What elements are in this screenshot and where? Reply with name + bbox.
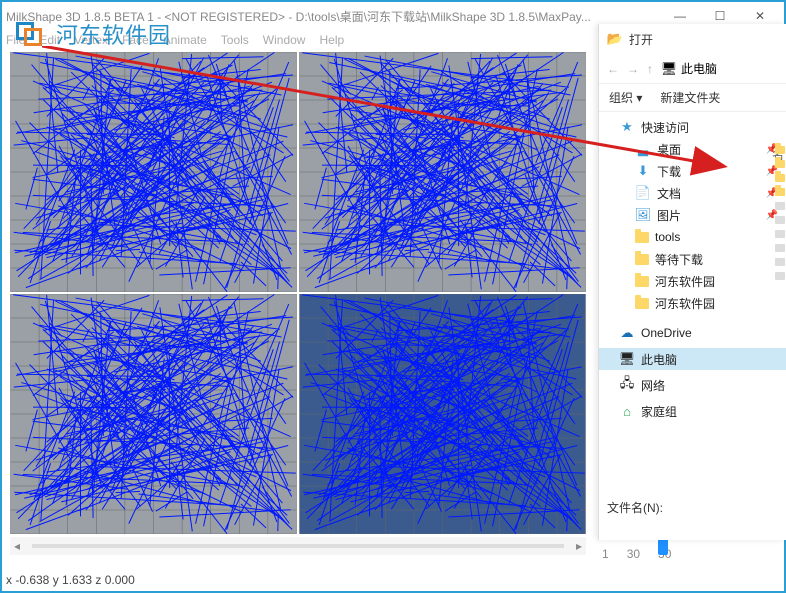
folder-icon [775,174,785,182]
star-icon: ★ [619,119,635,135]
open-dialog: 📂 打开 ← → ↑ 🖥 此电脑 组织 ▾ 新建文件夹 名 ★快速访问 ▃桌面📌… [598,24,786,540]
watermark: 河东软件园 [8,16,171,52]
filename-label: 文件名(N): [607,501,663,515]
file-list-preview [774,146,786,280]
tree-desktop[interactable]: ▃桌面📌 [599,138,786,160]
drive-icon [775,244,785,252]
viewport-front[interactable] [299,52,586,292]
tree-homegroup[interactable]: ⌂家庭组 [599,400,786,422]
drive-icon [775,272,785,280]
viewport-perspective[interactable] [299,294,586,534]
menu-help[interactable]: Help [319,33,344,47]
network-icon: 🖧 [619,377,635,393]
watermark-text: 河东软件园 [56,18,171,50]
filename-row: 文件名(N): [599,495,786,520]
drive-icon [775,258,785,266]
tree-downloads[interactable]: ⬇下载📌 [599,160,786,182]
status-coords: x -0.638 y 1.633 z 0.000 [6,573,135,587]
pc-icon: 🖥 [661,61,677,77]
tree-folder[interactable]: tools [599,226,786,248]
viewport-side[interactable] [10,294,297,534]
menu-window[interactable]: Window [263,33,306,47]
slider-track[interactable] [32,544,564,548]
doc-icon: 📄 [635,185,651,201]
pic-icon: 🖼 [635,207,651,223]
desktop-icon: ▃ [635,141,651,157]
folder-icon [635,232,649,243]
folder-icon [635,298,649,309]
dialog-nav: ← → ↑ 🖥 此电脑 [599,54,786,84]
open-icon: 📂 [607,31,623,47]
folder-icon [635,254,649,265]
tree-folder[interactable]: 河东软件园 [599,270,786,292]
newfolder-button[interactable]: 新建文件夹 [660,89,720,106]
folder-icon [775,188,785,196]
frame-cur: 30 [627,547,640,561]
dialog-title: 打开 [629,31,653,48]
download-icon: ⬇ [635,163,651,179]
tree-onedrive[interactable]: ☁OneDrive [599,322,786,344]
tree-network[interactable]: 🖧网络 [599,374,786,396]
viewport-grid [10,52,586,534]
nav-tree: ★快速访问 ▃桌面📌 ⬇下载📌 📄文档📌 🖼图片📌 tools 等待下载 河东软… [599,112,786,426]
frame-readout: 1 30 30 [602,547,671,561]
frame-thumb[interactable] [658,539,668,555]
nav-fwd-icon[interactable]: → [627,62,639,76]
tree-thispc[interactable]: 🖥此电脑 [599,348,786,370]
slider-left-icon[interactable]: ◂ [10,539,24,553]
drive-icon [775,230,785,238]
folder-icon [775,160,785,168]
drive-icon [775,202,785,210]
tree-pictures[interactable]: 🖼图片📌 [599,204,786,226]
viewport-top[interactable] [10,52,297,292]
folder-icon [635,276,649,287]
menu-tools[interactable]: Tools [221,33,249,47]
nav-back-icon[interactable]: ← [607,62,619,76]
homegroup-icon: ⌂ [619,403,635,419]
timeline-slider[interactable]: ◂ ▸ [10,537,586,555]
tree-folder[interactable]: 河东软件园 [599,292,786,314]
drive-icon [775,216,785,224]
organize-button[interactable]: 组织 ▾ [609,89,642,106]
tree-documents[interactable]: 📄文档📌 [599,182,786,204]
dialog-toolbar: 组织 ▾ 新建文件夹 [599,84,786,112]
crumb-thispc: 此电脑 [681,60,717,77]
watermark-icon [8,16,50,52]
tree-folder[interactable]: 等待下载 [599,248,786,270]
tree-quick[interactable]: ★快速访问 [599,116,786,138]
folder-icon [775,146,785,154]
frame-start: 1 [602,547,609,561]
pc-icon: 🖥 [619,351,635,367]
slider-right-icon[interactable]: ▸ [572,539,586,553]
nav-up-icon[interactable]: ↑ [647,62,653,76]
cloud-icon: ☁ [619,325,635,341]
dialog-title-bar: 📂 打开 [599,24,786,54]
breadcrumb[interactable]: 🖥 此电脑 [661,60,717,77]
